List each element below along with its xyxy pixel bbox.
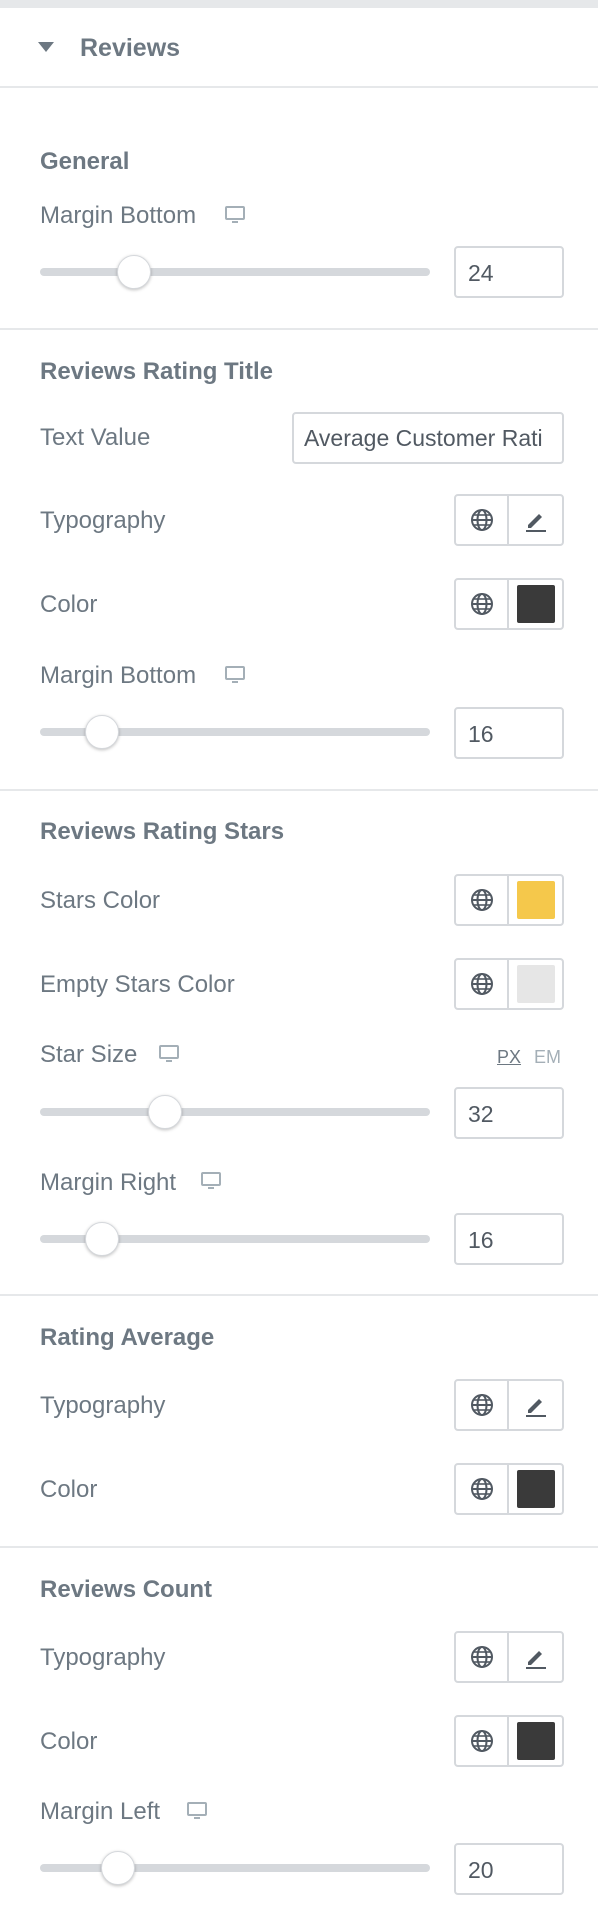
globe-icon — [470, 1478, 493, 1500]
color-label: Color — [40, 1728, 98, 1755]
margin-left-label: Margin Left — [40, 1798, 161, 1825]
section-heading-reviews-count: Reviews Count — [40, 1576, 213, 1603]
color-picker-button[interactable] — [509, 876, 562, 924]
divider — [0, 1294, 598, 1296]
monitor-icon[interactable] — [158, 1043, 180, 1065]
section-heading-rating-stars: Reviews Rating Stars — [40, 818, 285, 845]
color-swatch — [516, 1722, 555, 1760]
color-picker-button[interactable] — [509, 580, 562, 628]
stars-color-label: Stars Color — [40, 887, 161, 914]
divider — [0, 328, 598, 330]
margin-right-slider-thumb[interactable] — [85, 1222, 120, 1256]
panel-title[interactable]: Reviews — [80, 34, 180, 63]
pencil-icon — [525, 1651, 546, 1669]
edit-typography-button[interactable] — [509, 1381, 562, 1429]
global-color-button[interactable] — [456, 580, 509, 628]
empty-stars-color-label: Empty Stars Color — [40, 971, 235, 998]
monitor-icon[interactable] — [186, 1800, 208, 1822]
margin-bottom-slider-thumb[interactable] — [116, 255, 151, 289]
typography-controls — [454, 494, 564, 546]
margin-bottom-label: Margin Bottom — [40, 662, 197, 689]
edit-typography-button[interactable] — [509, 1633, 562, 1681]
stars-color-swatch — [516, 881, 555, 919]
margin-left-slider-track[interactable] — [40, 1864, 430, 1872]
unit-em-button[interactable]: EM — [534, 1047, 561, 1068]
color-picker-button[interactable] — [509, 1717, 562, 1765]
typography-controls — [454, 1631, 564, 1683]
margin-bottom-input[interactable]: 24 — [454, 246, 564, 298]
margin-left-slider-thumb[interactable] — [101, 1851, 135, 1885]
typography-controls — [454, 1379, 564, 1431]
global-typography-button[interactable] — [456, 1381, 509, 1429]
section-heading-general: General — [40, 148, 130, 175]
empty-stars-color-swatch — [516, 965, 555, 1003]
caret-down-icon[interactable] — [38, 42, 54, 52]
pencil-icon — [525, 514, 546, 532]
monitor-icon[interactable] — [200, 1170, 222, 1192]
globe-icon — [470, 889, 493, 911]
color-label: Color — [40, 591, 98, 618]
global-color-button[interactable] — [456, 1465, 509, 1513]
text-value-input[interactable]: Average Customer Rati — [292, 412, 564, 464]
edit-typography-button[interactable] — [509, 496, 562, 544]
color-swatch — [516, 1470, 555, 1508]
globe-icon — [470, 1730, 493, 1752]
divider — [0, 789, 598, 791]
empty-stars-color-controls — [454, 958, 564, 1010]
section-heading-rating-title: Reviews Rating Title — [40, 358, 273, 385]
margin-right-label: Margin Right — [40, 1169, 177, 1196]
margin-bottom-slider-thumb[interactable] — [85, 715, 120, 749]
color-controls — [454, 578, 564, 630]
panel-top-strip — [0, 0, 598, 8]
globe-icon — [470, 1394, 493, 1416]
monitor-icon[interactable] — [224, 204, 246, 226]
typography-label: Typography — [40, 1392, 166, 1419]
divider — [0, 1546, 598, 1548]
global-color-button[interactable] — [456, 1717, 509, 1765]
section-heading-rating-average: Rating Average — [40, 1324, 215, 1351]
color-controls — [454, 1463, 564, 1515]
color-label: Color — [40, 1476, 98, 1503]
pencil-icon — [525, 1399, 546, 1417]
margin-left-input[interactable]: 20 — [454, 1843, 564, 1895]
star-size-label: Star Size — [40, 1041, 138, 1068]
star-size-input[interactable]: 32 — [454, 1087, 564, 1139]
stars-color-controls — [454, 874, 564, 926]
star-size-slider-thumb[interactable] — [147, 1095, 182, 1129]
global-color-button[interactable] — [456, 876, 509, 924]
typography-label: Typography — [40, 507, 166, 534]
divider — [0, 86, 598, 88]
unit-px-button[interactable]: PX — [497, 1047, 521, 1068]
color-picker-button[interactable] — [509, 960, 562, 1008]
globe-icon — [470, 509, 493, 531]
text-value-label: Text Value — [40, 424, 151, 451]
margin-bottom-slider-track[interactable] — [40, 268, 430, 276]
color-picker-button[interactable] — [509, 1465, 562, 1513]
margin-bottom-input[interactable]: 16 — [454, 707, 564, 759]
star-size-slider-track[interactable] — [40, 1108, 430, 1116]
globe-icon — [470, 1646, 493, 1668]
global-typography-button[interactable] — [456, 1633, 509, 1681]
global-typography-button[interactable] — [456, 496, 509, 544]
globe-icon — [470, 593, 493, 615]
typography-label: Typography — [40, 1644, 166, 1671]
global-color-button[interactable] — [456, 960, 509, 1008]
globe-icon — [470, 973, 493, 995]
margin-bottom-label: Margin Bottom — [40, 202, 197, 229]
margin-right-input[interactable]: 16 — [454, 1213, 564, 1265]
color-swatch — [516, 585, 555, 623]
color-controls — [454, 1715, 564, 1767]
monitor-icon[interactable] — [224, 664, 246, 686]
